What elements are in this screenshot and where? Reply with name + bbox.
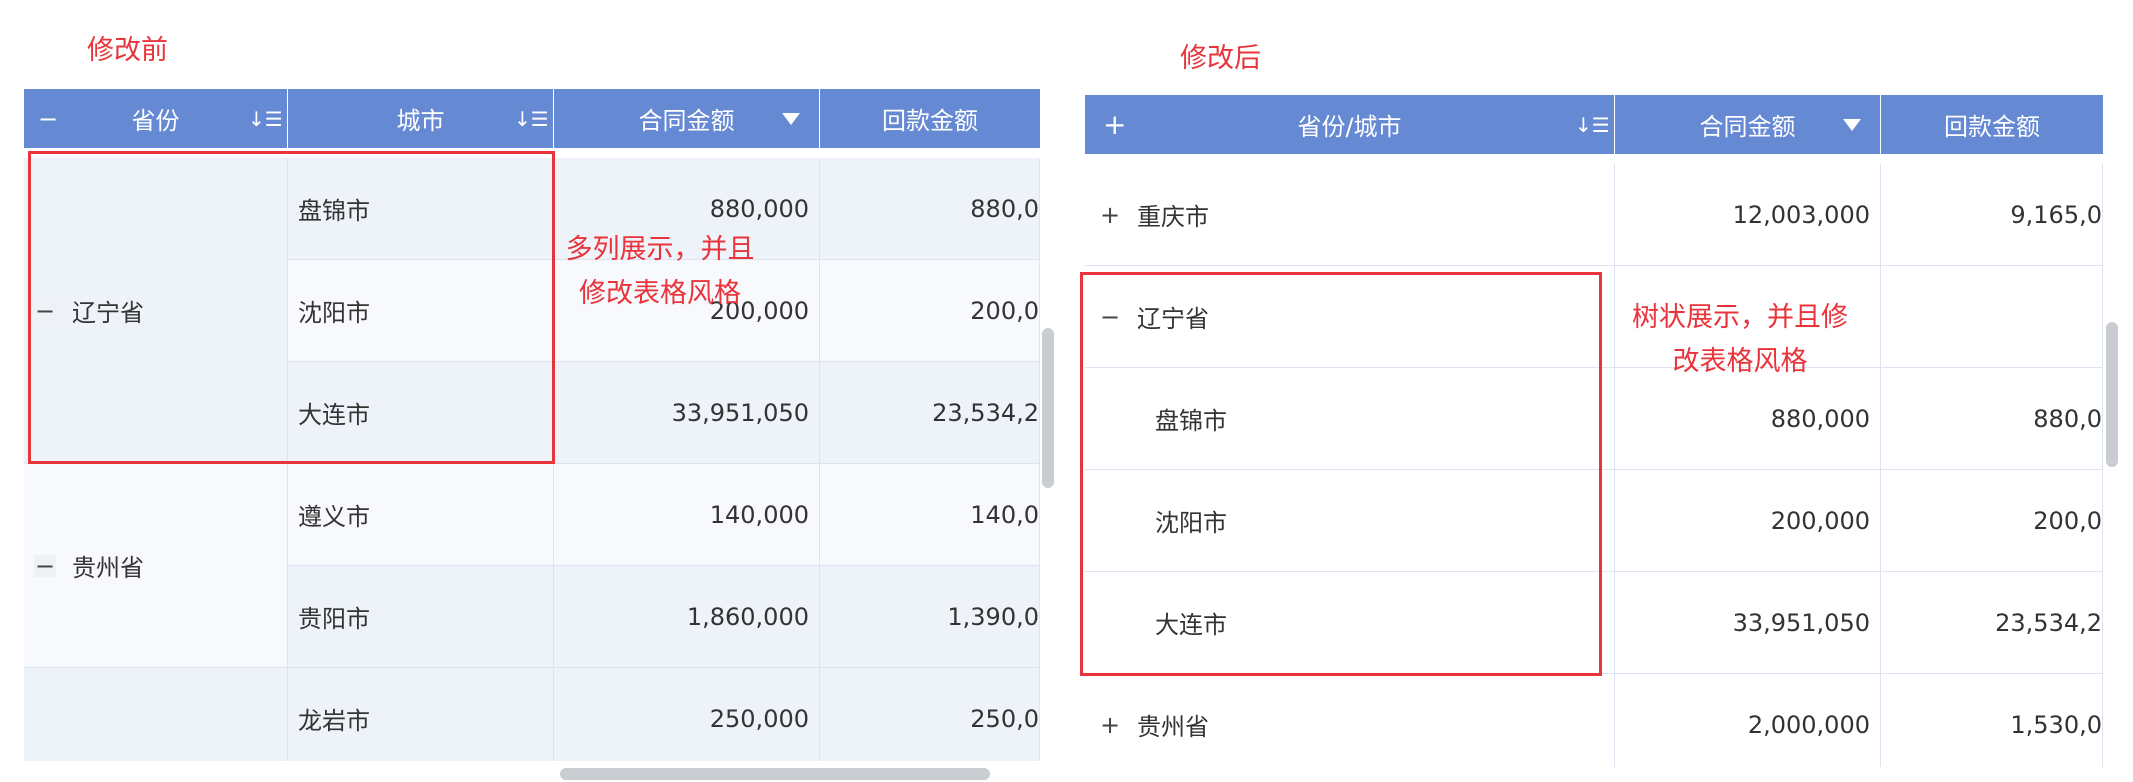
payment-cell: 140,0 xyxy=(820,464,1040,566)
header-city-label: 城市 xyxy=(396,107,445,135)
caption-before: 修改前 xyxy=(87,35,168,66)
row-label: 贵州省 xyxy=(1137,713,1209,741)
name-cell: 大连市 xyxy=(1085,572,1615,674)
payment-cell: 1,390,0 xyxy=(820,566,1040,668)
horizontal-scrollbar[interactable] xyxy=(560,768,990,780)
collapse-all-icon[interactable]: − xyxy=(38,89,58,148)
header-contract-label: 合同金额 xyxy=(1699,113,1796,141)
payment-cell: 200,0 xyxy=(1881,470,2103,572)
payment-cell xyxy=(1881,266,2103,368)
header-contract-amount[interactable]: 合同金额 xyxy=(1615,95,1881,154)
left-table: 省份 − ↓☰ 城市 ↓☰ 合同金额 回款金额 − 辽宁省 − 贵州省 盘锦市 … xyxy=(24,89,1040,761)
payment-cell: 200,0 xyxy=(820,260,1040,362)
city-cell: 大连市 xyxy=(288,362,554,464)
contract-cell: 250,000 xyxy=(554,668,820,761)
header-payment-amount[interactable]: 回款金额 xyxy=(1881,95,2103,154)
annotation-line: 树状展示，并且修 xyxy=(1632,302,1848,333)
name-cell: 盘锦市 xyxy=(1085,368,1615,470)
sort-icon[interactable]: ↓☰ xyxy=(1575,95,1610,154)
city-cell: 沈阳市 xyxy=(288,260,554,362)
sort-icon[interactable]: ↓☰ xyxy=(248,89,283,148)
name-cell: + 贵州省 xyxy=(1085,674,1615,767)
annotation-left: 多列展示，并且 修改表格风格 xyxy=(560,228,760,316)
province-label: 贵州省 xyxy=(72,554,144,582)
payment-cell: 1,530,0 xyxy=(1881,674,2103,767)
right-table: 省份/城市 + ↓☰ 合同金额 回款金额 + 重庆市 12,003,000 9,… xyxy=(1085,95,2103,767)
city-cell: 龙岩市 xyxy=(288,668,554,761)
contract-cell: 33,951,050 xyxy=(1615,572,1881,674)
caption-after: 修改后 xyxy=(1180,43,1261,74)
city-cell: 贵阳市 xyxy=(288,566,554,668)
annotation-line: 多列展示，并且 xyxy=(565,234,755,265)
province-cell: − 辽宁省 xyxy=(24,158,288,464)
row-label: 重庆市 xyxy=(1137,203,1209,231)
collapse-icon[interactable]: − xyxy=(1099,303,1121,331)
sort-icon[interactable]: ↓☰ xyxy=(514,89,549,148)
name-cell: + 重庆市 xyxy=(1085,164,1615,266)
contract-cell: 12,003,000 xyxy=(1615,164,1881,266)
province-cell xyxy=(24,668,288,761)
header-payment-label: 回款金额 xyxy=(1944,113,2040,141)
payment-cell: 9,165,0 xyxy=(1881,164,2103,266)
contract-cell: 33,951,050 xyxy=(554,362,820,464)
header-province-city[interactable]: 省份/城市 xyxy=(1085,95,1615,154)
contract-cell: 1,860,000 xyxy=(554,566,820,668)
payment-cell: 880,0 xyxy=(1881,368,2103,470)
row-label: 辽宁省 xyxy=(1137,305,1209,333)
contract-cell: 140,000 xyxy=(554,464,820,566)
contract-cell: 2,000,000 xyxy=(1615,674,1881,767)
annotation-line: 改表格风格 xyxy=(1672,346,1808,377)
vertical-scrollbar[interactable] xyxy=(2106,322,2118,467)
header-payment-amount[interactable]: 回款金额 xyxy=(820,89,1040,148)
payment-cell: 23,534,2 xyxy=(1881,572,2103,674)
right-table-header: 省份/城市 + ↓☰ 合同金额 回款金额 xyxy=(1085,95,2103,154)
city-cell: 盘锦市 xyxy=(288,158,554,260)
province-cell: − 贵州省 xyxy=(24,464,288,668)
left-table-header: 省份 − ↓☰ 城市 ↓☰ 合同金额 回款金额 xyxy=(24,89,1040,148)
expand-icon[interactable]: + xyxy=(1099,201,1121,229)
province-label: 辽宁省 xyxy=(72,299,144,327)
collapse-icon[interactable]: − xyxy=(34,297,56,325)
expand-all-icon[interactable]: + xyxy=(1103,95,1126,154)
dropdown-icon[interactable] xyxy=(782,89,800,148)
dropdown-icon[interactable] xyxy=(1843,95,1861,154)
header-contract-amount[interactable]: 合同金额 xyxy=(554,89,820,148)
header-name-label: 省份/城市 xyxy=(1297,113,1402,141)
annotation-line: 修改表格风格 xyxy=(579,278,741,309)
header-payment-label: 回款金额 xyxy=(882,107,978,135)
vertical-scrollbar[interactable] xyxy=(1042,328,1054,488)
collapse-icon[interactable]: − xyxy=(34,552,56,580)
payment-cell: 23,534,2 xyxy=(820,362,1040,464)
name-cell: 沈阳市 xyxy=(1085,470,1615,572)
payment-cell: 250,0 xyxy=(820,668,1040,761)
expand-icon[interactable]: + xyxy=(1099,711,1121,739)
header-contract-label: 合同金额 xyxy=(638,107,735,135)
header-province-label: 省份 xyxy=(131,107,180,135)
annotation-right: 树状展示，并且修 改表格风格 xyxy=(1620,296,1860,384)
name-cell: − 辽宁省 xyxy=(1085,266,1615,368)
city-cell: 遵义市 xyxy=(288,464,554,566)
contract-cell: 200,000 xyxy=(1615,470,1881,572)
payment-cell: 880,0 xyxy=(820,158,1040,260)
